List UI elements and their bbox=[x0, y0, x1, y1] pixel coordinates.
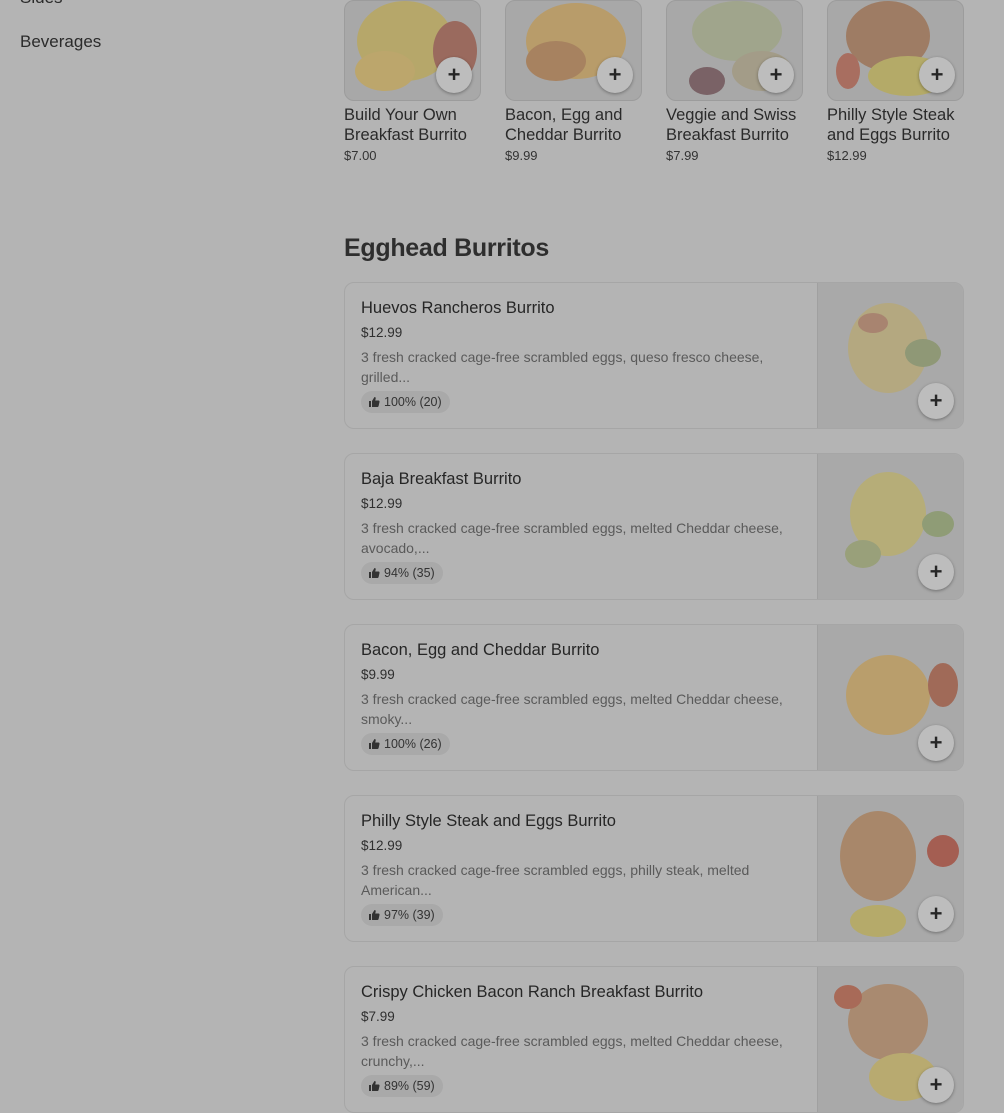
item-name: Baja Breakfast Burrito bbox=[361, 470, 522, 488]
add-button[interactable]: + bbox=[918, 383, 954, 419]
thumbs-up-icon bbox=[369, 397, 380, 407]
thumbs-up-icon bbox=[369, 1081, 380, 1091]
item-description: 3 fresh cracked cage-free scrambled eggs… bbox=[361, 349, 764, 385]
sidebar-item-beverages[interactable]: Beverages bbox=[20, 32, 101, 52]
featured-item[interactable]: + Veggie and Swiss Breakfast Burrito $7.9… bbox=[666, 0, 803, 163]
thumbs-up-icon bbox=[369, 910, 380, 920]
menu-item-card[interactable]: Baja Breakfast Burrito $12.99 3 fresh cr… bbox=[344, 453, 964, 600]
add-button[interactable]: + bbox=[436, 57, 472, 93]
item-name: Philly Style Steak and Eggs Burrito bbox=[361, 812, 616, 830]
thumbs-up-icon bbox=[369, 739, 380, 749]
item-price: $7.99 bbox=[361, 1009, 395, 1024]
plus-icon: + bbox=[608, 62, 622, 87]
item-name[interactable]: Philly Style Steak and Eggs Burrito bbox=[827, 105, 964, 145]
plus-icon: + bbox=[929, 559, 943, 584]
food-image: + bbox=[344, 0, 481, 101]
item-name[interactable]: Bacon, Egg and Cheddar Burrito bbox=[505, 105, 642, 145]
add-button[interactable]: + bbox=[918, 896, 954, 932]
item-name: Crispy Chicken Bacon Ranch Breakfast Bur… bbox=[361, 983, 704, 1001]
food-image: + bbox=[827, 0, 964, 101]
plus-icon: + bbox=[447, 62, 461, 87]
rating-badge: 100% (26) bbox=[361, 733, 450, 755]
featured-item[interactable]: + Build Your Own Breakfast Burrito $7.00 bbox=[344, 0, 481, 163]
item-price: $12.99 bbox=[361, 496, 403, 511]
section-title: Egghead Burritos bbox=[344, 234, 549, 262]
item-price: $9.99 bbox=[505, 148, 538, 163]
plus-icon: + bbox=[930, 62, 944, 87]
add-button[interactable]: + bbox=[758, 57, 794, 93]
menu-item-card[interactable]: Philly Style Steak and Eggs Burrito $12.… bbox=[344, 795, 964, 942]
menu-item-card[interactable]: Huevos Rancheros Burrito $12.99 3 fresh … bbox=[344, 282, 964, 429]
menu-item-card[interactable]: Crispy Chicken Bacon Ranch Breakfast Bur… bbox=[344, 966, 964, 1113]
featured-item[interactable]: + Philly Style Steak and Eggs Burrito $12… bbox=[827, 0, 964, 163]
food-image: + bbox=[666, 0, 803, 101]
thumbs-up-icon bbox=[369, 568, 380, 578]
plus-icon: + bbox=[929, 730, 943, 755]
item-price: $9.99 bbox=[361, 667, 395, 682]
add-button[interactable]: + bbox=[918, 554, 954, 590]
item-price: $12.99 bbox=[827, 148, 867, 163]
add-button[interactable]: + bbox=[918, 725, 954, 761]
item-description: 3 fresh cracked cage-free scrambled eggs… bbox=[361, 691, 783, 727]
rating-badge: 97% (39) bbox=[361, 904, 443, 926]
plus-icon: + bbox=[929, 1072, 943, 1097]
item-name: Huevos Rancheros Burrito bbox=[361, 299, 555, 317]
add-button[interactable]: + bbox=[919, 57, 955, 93]
item-description: 3 fresh cracked cage-free scrambled eggs… bbox=[361, 862, 750, 898]
food-image: + bbox=[505, 0, 642, 101]
sidebar-item-sides[interactable]: Sides bbox=[20, 0, 63, 8]
item-name[interactable]: Build Your Own Breakfast Burrito bbox=[344, 105, 481, 145]
plus-icon: + bbox=[769, 62, 783, 87]
add-button[interactable]: + bbox=[597, 57, 633, 93]
item-price: $12.99 bbox=[361, 838, 403, 853]
add-button[interactable]: + bbox=[918, 1067, 954, 1103]
menu-item-card[interactable]: Bacon, Egg and Cheddar Burrito $9.99 3 f… bbox=[344, 624, 964, 771]
plus-icon: + bbox=[929, 901, 943, 926]
rating-badge: 89% (59) bbox=[361, 1075, 443, 1097]
rating-badge: 94% (35) bbox=[361, 562, 443, 584]
item-price: $7.99 bbox=[666, 148, 699, 163]
rating-badge: 100% (20) bbox=[361, 391, 450, 413]
plus-icon: + bbox=[929, 388, 943, 413]
item-price: $12.99 bbox=[361, 325, 403, 340]
item-description: 3 fresh cracked cage-free scrambled eggs… bbox=[361, 520, 783, 556]
item-description: 3 fresh cracked cage-free scrambled eggs… bbox=[361, 1033, 783, 1069]
item-name[interactable]: Veggie and Swiss Breakfast Burrito bbox=[666, 105, 803, 145]
item-price: $7.00 bbox=[344, 148, 377, 163]
item-name: Bacon, Egg and Cheddar Burrito bbox=[361, 641, 600, 659]
featured-item[interactable]: + Bacon, Egg and Cheddar Burrito $9.99 bbox=[505, 0, 642, 163]
